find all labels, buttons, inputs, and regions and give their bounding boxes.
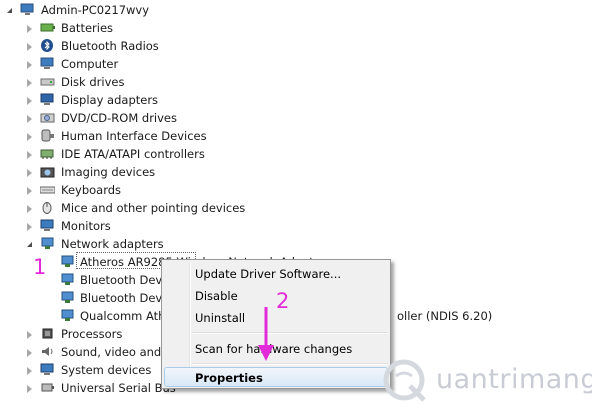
root-label: Admin-PC0217wvy — [41, 3, 150, 17]
computer-icon — [40, 57, 54, 69]
expand-icon[interactable] — [27, 61, 32, 69]
tree-item-hid[interactable]: Human Interface Devices — [0, 127, 300, 145]
expand-icon[interactable] — [27, 205, 32, 213]
tree-item-label: IDE ATA/ATAPI controllers — [61, 147, 205, 161]
network-adapter-icon — [61, 255, 74, 267]
menu-item-update-driver[interactable]: Update Driver Software... — [195, 264, 341, 284]
tree-item-label-tail: oller (NDIS 6.20) — [397, 309, 493, 323]
expand-icon[interactable] — [27, 151, 32, 159]
hid-icon — [41, 129, 54, 142]
ide-controller-icon — [40, 149, 54, 159]
usb-icon — [41, 383, 54, 392]
network-adapter-icon — [61, 309, 74, 321]
tree-item-qualcomm[interactable]: Qualcomm Ath — [0, 307, 170, 325]
tree-item-label: Bluetooth Devi — [80, 273, 166, 287]
tree-item-disk-drives[interactable]: Disk drives — [0, 73, 300, 91]
disk-drive-icon — [40, 78, 55, 86]
step-2-annotation: 2 — [276, 289, 290, 313]
processor-icon — [42, 328, 53, 339]
tree-item-computer[interactable]: Computer — [0, 55, 300, 73]
tree-item-label: Human Interface Devices — [61, 129, 207, 143]
watermark-logo-icon — [383, 359, 426, 402]
camera-icon — [40, 167, 55, 178]
tree-item-bluetooth-device-2[interactable]: Bluetooth Devi — [0, 289, 170, 307]
expand-icon[interactable] — [27, 385, 32, 393]
menu-item-properties[interactable]: Properties — [195, 368, 263, 388]
menu-separator — [192, 332, 388, 334]
tree-item-label: Mice and other pointing devices — [61, 201, 246, 215]
tree-item-label: Display adapters — [61, 93, 159, 107]
network-adapter-icon — [61, 291, 74, 303]
tree-item-label: Sound, video and g — [61, 345, 173, 359]
expand-icon[interactable] — [27, 25, 32, 33]
menu-separator — [192, 363, 388, 365]
menu-item-uninstall[interactable]: Uninstall — [195, 308, 245, 328]
tree-item-label: Network adapters — [61, 237, 164, 251]
tree-item-batteries[interactable]: Batteries — [0, 19, 300, 37]
tree-item-network-adapters[interactable]: Network adapters — [0, 235, 300, 253]
bluetooth-icon — [41, 39, 53, 52]
tree-item-label: Bluetooth Devi — [80, 291, 166, 305]
tree-item-label: Imaging devices — [61, 165, 156, 179]
system-devices-icon — [40, 363, 54, 375]
mouse-icon — [42, 202, 52, 214]
watermark: uantrimang — [380, 356, 592, 405]
display-adapter-icon — [40, 93, 54, 105]
expand-icon[interactable] — [27, 367, 32, 375]
collapse-icon[interactable] — [27, 242, 32, 247]
context-menu: Update Driver Software... Disable Uninst… — [161, 259, 391, 389]
tree-item-label: Processors — [61, 327, 123, 341]
tree-item-dvd-drives[interactable]: DVD/CD-ROM drives — [0, 109, 300, 127]
qualcomm-label-tail: oller (NDIS 6.20) — [397, 307, 587, 325]
dvd-drive-icon — [40, 113, 55, 123]
tree-item-processors[interactable]: Processors — [0, 325, 160, 343]
tree-item-label: Computer — [61, 57, 119, 71]
expand-icon[interactable] — [27, 43, 32, 51]
expand-icon[interactable] — [27, 169, 32, 177]
arrow-down-icon — [258, 307, 274, 361]
step-1-annotation: 1 — [33, 255, 47, 279]
menu-item-disable[interactable]: Disable — [195, 286, 238, 306]
tree-item-bluetooth-device-1[interactable]: Bluetooth Devi — [0, 271, 170, 289]
tree-item-system-devices[interactable]: System devices — [0, 361, 160, 379]
tree-item-label: System devices — [61, 363, 152, 377]
monitor-icon — [40, 219, 54, 231]
tree-item-ide-controllers[interactable]: IDE ATA/ATAPI controllers — [0, 145, 300, 163]
keyboard-icon — [40, 186, 55, 194]
tree-item-label: Bluetooth Radios — [61, 39, 159, 53]
expand-icon[interactable] — [27, 133, 32, 141]
expand-icon[interactable] — [27, 349, 32, 357]
tree-root[interactable]: Admin-PC0217wvy — [0, 1, 300, 19]
tree-item-usb[interactable]: Universal Serial Bus — [0, 379, 176, 397]
tree-item-monitors[interactable]: Monitors — [0, 217, 300, 235]
network-adapter-icon — [41, 237, 54, 249]
expand-icon[interactable] — [27, 331, 32, 339]
tree-item-label: Disk drives — [61, 75, 125, 89]
tree-item-label: Batteries — [61, 21, 114, 35]
tree-item-mice[interactable]: Mice and other pointing devices — [0, 199, 300, 217]
tree-item-label: Universal Serial Bus — [61, 381, 176, 395]
collapse-icon[interactable] — [7, 8, 12, 13]
expand-icon[interactable] — [27, 97, 32, 105]
sound-icon — [42, 347, 53, 356]
battery-icon — [40, 23, 55, 32]
tree-item-label: Monitors — [61, 219, 111, 233]
tree-item-keyboards[interactable]: Keyboards — [0, 181, 300, 199]
tree-item-label: Keyboards — [61, 183, 122, 197]
expand-icon[interactable] — [27, 115, 32, 123]
watermark-text: uantrimang — [436, 364, 592, 395]
computer-root-icon — [20, 3, 34, 15]
tree-item-label: DVD/CD-ROM drives — [61, 111, 177, 125]
tree-item-display-adapters[interactable]: Display adapters — [0, 91, 300, 109]
expand-icon[interactable] — [27, 187, 32, 195]
tree-item-sound[interactable]: Sound, video and g — [0, 343, 172, 361]
tree-item-bluetooth-radios[interactable]: Bluetooth Radios — [0, 37, 300, 55]
expand-icon[interactable] — [27, 223, 32, 231]
tree-item-imaging-devices[interactable]: Imaging devices — [0, 163, 300, 181]
tree-item-label: Qualcomm Ath — [80, 309, 166, 323]
network-adapter-icon — [61, 273, 74, 285]
expand-icon[interactable] — [27, 79, 32, 87]
